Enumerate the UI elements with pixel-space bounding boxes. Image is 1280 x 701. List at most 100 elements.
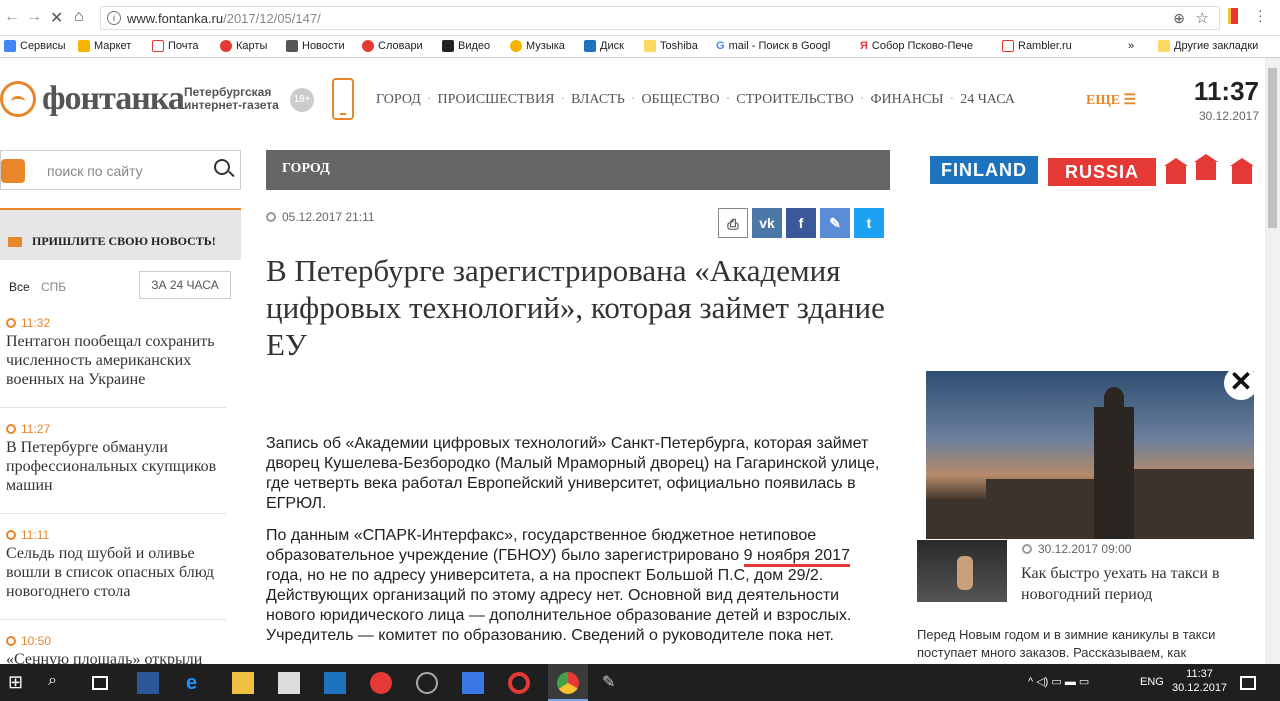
info-icon[interactable]: i [107, 11, 121, 25]
bookmark-maps[interactable]: Карты [220, 40, 267, 52]
scrollbar-thumb[interactable] [1268, 68, 1277, 228]
news-title[interactable]: Пентагон пообещал сохранить численность … [6, 332, 241, 389]
url-field[interactable]: i www.fontanka.ru/2017/12/05/147/ ⊕ ☆ [100, 6, 1220, 30]
home-icon[interactable]: ⌂ [74, 8, 84, 26]
promo-image[interactable] [926, 371, 1254, 539]
bookmark-video[interactable]: Видео [442, 40, 490, 52]
bookmark-disk[interactable]: Диск [584, 40, 624, 52]
language-indicator[interactable]: ENG [1140, 676, 1164, 688]
list-item[interactable]: 11:27 В Петербурге обманули профессионал… [0, 422, 241, 495]
bookmark-google[interactable]: Gmail - Поиск в Googl [716, 40, 830, 52]
stop-icon[interactable]: ✕ [50, 8, 63, 28]
market-icon [78, 40, 90, 52]
task-view-icon[interactable] [92, 676, 108, 690]
section-header[interactable]: ГОРОД [266, 150, 890, 190]
url-text[interactable]: www.fontanka.ru/2017/12/05/147/ [127, 11, 321, 26]
bookmark-music[interactable]: Музыка [510, 40, 565, 52]
paint-icon[interactable]: ✎ [602, 672, 624, 694]
menu-dots-icon[interactable]: · · · [1258, 3, 1263, 27]
facebook-share-button[interactable]: f [786, 208, 816, 238]
bookmark-services[interactable]: Сервисы [4, 40, 66, 52]
tower-shape [1094, 387, 1134, 539]
news-title[interactable]: «Сенную площадь» открыли после проверки [6, 650, 241, 664]
twitter-share-button[interactable]: t [854, 208, 884, 238]
tray-icons[interactable]: ^ ◁) ▭ ▬ ▭ [1028, 675, 1089, 688]
news-title[interactable]: В Петербурге обманули профессиональных с… [6, 438, 241, 495]
news-title[interactable]: Сельдь под шубой и оливье вошли в список… [6, 544, 241, 601]
nav-obshchestvo[interactable]: ОБЩЕСТВО [635, 92, 725, 108]
notification-icon[interactable] [1240, 676, 1256, 690]
print-icon[interactable]: ⎙ [718, 208, 748, 238]
bookmark-overflow[interactable]: » [1128, 40, 1134, 52]
windows-start-icon[interactable]: ⊞ [8, 672, 30, 694]
clock-icon [266, 212, 276, 222]
nav-gorod[interactable]: ГОРОД [370, 92, 427, 108]
nav-stroitelstvo[interactable]: СТРОИТЕЛЬСТВО [730, 92, 860, 108]
more-menu-button[interactable]: ЕЩЕ ☰ [1086, 92, 1136, 109]
tab-spb[interactable]: СПБ [41, 280, 66, 294]
opera-icon[interactable] [508, 672, 530, 694]
zoom-icon[interactable]: ⊕ [1173, 10, 1185, 27]
news-time: 11:32 [6, 316, 241, 330]
close-icon[interactable]: ✕ [1224, 366, 1258, 400]
search-icon[interactable]: ⌕ [48, 672, 70, 694]
app-icon[interactable] [416, 672, 438, 694]
taskbar-time: 11:37 [1186, 668, 1213, 680]
nav-24chasa[interactable]: 24 ЧАСА [954, 92, 1021, 108]
finland-russia-banner[interactable]: FINLAND RUSSIA [930, 152, 1260, 192]
main-nav: ГОРОД · ПРОИСШЕСТВИЯ · ВЛАСТЬ · ОБЩЕСТВО · С… [370, 92, 1021, 108]
news-icon [286, 40, 298, 52]
finland-label: FINLAND [930, 156, 1038, 184]
submit-news-button[interactable]: ПРИШЛИТЕ СВОЮ НОВОСТЬ! [0, 208, 241, 260]
folder-icon [644, 40, 656, 52]
site-logo[interactable]: фонтанка [0, 80, 185, 118]
vk-share-button[interactable]: vk [752, 208, 782, 238]
tab-24-hours[interactable]: ЗА 24 ЧАСА [139, 271, 231, 299]
explorer-icon[interactable] [232, 672, 254, 694]
music-icon [510, 40, 522, 52]
edge-icon[interactable]: e [186, 672, 208, 694]
nav-finansy[interactable]: ФИНАНСЫ [864, 92, 949, 108]
bookmark-sobor[interactable]: Я Собор Псково-Пече [860, 40, 973, 52]
mobile-icon[interactable] [332, 78, 354, 120]
logo-sub-line2: интернет-газета [184, 98, 279, 112]
bookmark-star-icon[interactable]: ☆ [1196, 9, 1209, 27]
media-player-icon[interactable] [324, 672, 346, 694]
nav-proisshestviya[interactable]: ПРОИСШЕСТВИЯ [431, 92, 560, 108]
apps-icon [4, 40, 16, 52]
list-item[interactable]: 11:11 Сельдь под шубой и оливье вошли в … [0, 528, 241, 601]
store-icon[interactable] [278, 672, 300, 694]
clock-icon [6, 636, 16, 646]
news-time: 10:50 [6, 634, 241, 648]
bookmark-market[interactable]: Маркет [78, 40, 131, 52]
tab-all[interactable]: Все [9, 280, 30, 294]
chrome-taskbar-button[interactable] [548, 664, 588, 701]
list-item[interactable]: 10:50 «Сенную площадь» открыли после про… [0, 634, 241, 664]
bookmark-mail[interactable]: Почта [152, 40, 199, 52]
clock-date: 30.12.2017 [1198, 109, 1259, 123]
yandex-icon: Я [860, 40, 868, 52]
mail-icon[interactable] [462, 672, 484, 694]
taskbar-clock[interactable]: 11:37 30.12.2017 [1172, 667, 1227, 695]
bookmark-rambler[interactable]: Rambler.ru [1002, 40, 1072, 52]
bookmark-news[interactable]: Новости [286, 40, 345, 52]
search-icon[interactable] [214, 159, 230, 175]
bookmark-other[interactable]: Другие закладки [1158, 40, 1258, 52]
divider [0, 513, 226, 514]
yandex-browser-icon[interactable] [370, 672, 392, 694]
forward-icon[interactable]: → [26, 8, 42, 26]
clock-time: 11:37 [1193, 76, 1259, 106]
back-icon[interactable]: ← [4, 8, 20, 26]
bookmark-toshiba[interactable]: Toshiba [644, 40, 698, 52]
extension-flag-icon[interactable] [1228, 8, 1238, 24]
list-item[interactable]: 11:32 Пентагон пообещал сохранить числен… [0, 316, 241, 389]
scrollbar[interactable] [1265, 58, 1280, 664]
nav-vlast[interactable]: ВЛАСТЬ [565, 92, 631, 108]
promo-title[interactable]: Как быстро уехать на такси в новогодний … [1021, 563, 1261, 605]
livejournal-share-button[interactable]: ✎ [820, 208, 850, 238]
bookmark-dict[interactable]: Словари [362, 40, 423, 52]
search-field[interactable]: поиск по сайту [0, 150, 241, 190]
word-icon[interactable] [137, 672, 159, 694]
search-placeholder[interactable]: поиск по сайту [47, 163, 143, 179]
promo-thumbnail[interactable] [917, 540, 1007, 602]
